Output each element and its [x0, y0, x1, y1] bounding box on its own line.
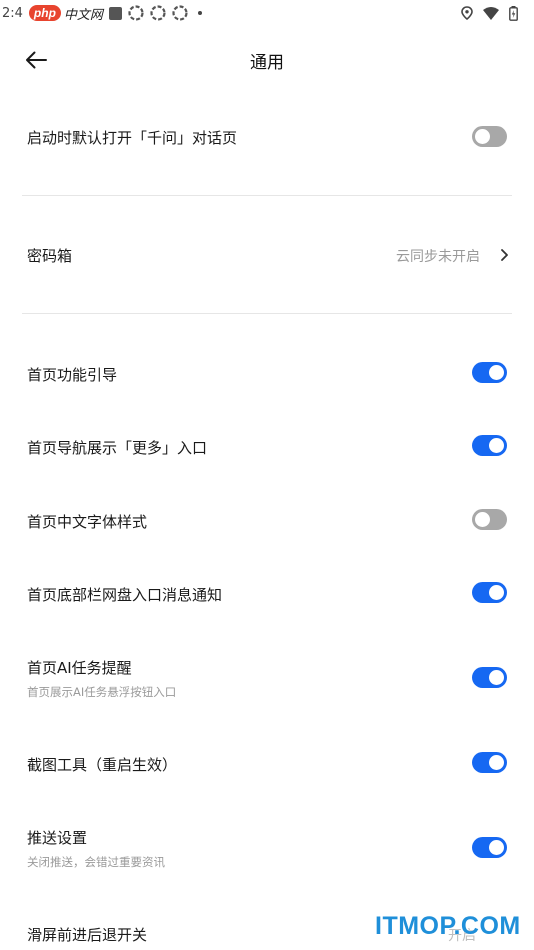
setting-row-screenshot-tool[interactable]: 截图工具（重启生效）	[0, 740, 534, 786]
setting-sublabel: 关闭推送，会错过重要资讯	[27, 855, 165, 869]
flower-icon	[172, 5, 188, 21]
setting-row-home-nav-more[interactable]: 首页导航展示「更多」入口	[0, 423, 534, 469]
toggle-knob	[489, 585, 504, 600]
setting-label: 首页底部栏网盘入口消息通知	[27, 586, 223, 604]
toggle-knob	[489, 670, 504, 685]
settings-page: 2:4 php 中文网 通用 启动时默认打开「千问」对话页 密码箱 云同步未开启…	[0, 0, 534, 950]
page-title: 通用	[250, 53, 284, 73]
setting-label: 推送设置	[27, 829, 88, 847]
setting-label: 首页导航展示「更多」入口	[27, 439, 208, 457]
watermark-php-logo: php	[28, 5, 61, 21]
setting-label: 首页中文字体样式	[27, 513, 148, 531]
setting-row-password-vault[interactable]: 密码箱 云同步未开启	[0, 230, 534, 280]
chevron-right-icon	[501, 249, 508, 261]
setting-label: 首页功能引导	[27, 366, 118, 384]
dot-icon	[197, 11, 202, 15]
section-divider	[22, 313, 512, 314]
setting-row-open-qianwen[interactable]: 启动时默认打开「千问」对话页	[0, 112, 534, 162]
wifi-icon	[483, 6, 499, 20]
setting-row-push[interactable]: 推送设置 关闭推送，会错过重要资讯	[0, 822, 534, 874]
setting-row-home-ai-task[interactable]: 首页AI任务提醒 首页展示AI任务悬浮按钮入口	[0, 652, 534, 704]
status-bar: 2:4 php 中文网	[0, 0, 534, 26]
app-header: 通用	[0, 36, 534, 84]
section-divider	[22, 195, 512, 196]
setting-label: 截图工具（重启生效）	[27, 756, 178, 774]
setting-row-home-feature-guide[interactable]: 首页功能引导	[0, 350, 534, 396]
setting-row-home-bottom-netdisk[interactable]: 首页底部栏网盘入口消息通知	[0, 570, 534, 616]
status-time: 2:4	[2, 5, 23, 21]
toggle-switch[interactable]	[472, 362, 507, 383]
setting-label: 滑屏前进后退开关	[27, 926, 148, 944]
flower-icon	[150, 5, 166, 21]
toggle-switch[interactable]	[472, 509, 507, 530]
setting-value: 云同步未开启	[396, 249, 480, 265]
toggle-switch[interactable]	[472, 435, 507, 456]
toggle-switch[interactable]	[472, 126, 507, 147]
setting-label: 启动时默认打开「千问」对话页	[27, 129, 238, 147]
toggle-knob	[475, 512, 490, 527]
toggle-switch[interactable]	[472, 582, 507, 603]
setting-sublabel: 首页展示AI任务悬浮按钮入口	[27, 685, 177, 699]
toggle-knob	[489, 840, 504, 855]
toggle-knob	[489, 755, 504, 770]
status-bar-right	[461, 0, 518, 26]
toggle-knob	[475, 129, 490, 144]
status-bar-left: 2:4 php 中文网	[2, 0, 202, 26]
watermark-bottom: ITMOP.COM	[375, 912, 521, 940]
toggle-switch[interactable]	[472, 837, 507, 858]
setting-label: 首页AI任务提醒	[27, 659, 132, 677]
watermark-top: php 中文网	[28, 4, 103, 23]
toggle-knob	[489, 365, 504, 380]
flower-icon	[128, 5, 144, 21]
location-icon	[461, 6, 473, 20]
setting-row-home-cn-font[interactable]: 首页中文字体样式	[0, 497, 534, 543]
battery-icon	[509, 5, 518, 21]
setting-label: 密码箱	[27, 247, 73, 265]
watermark-cn-text: 中文网	[63, 7, 103, 23]
toggle-switch[interactable]	[472, 667, 507, 688]
notification-square-icon	[108, 6, 122, 20]
toggle-knob	[489, 438, 504, 453]
toggle-switch[interactable]	[472, 752, 507, 773]
